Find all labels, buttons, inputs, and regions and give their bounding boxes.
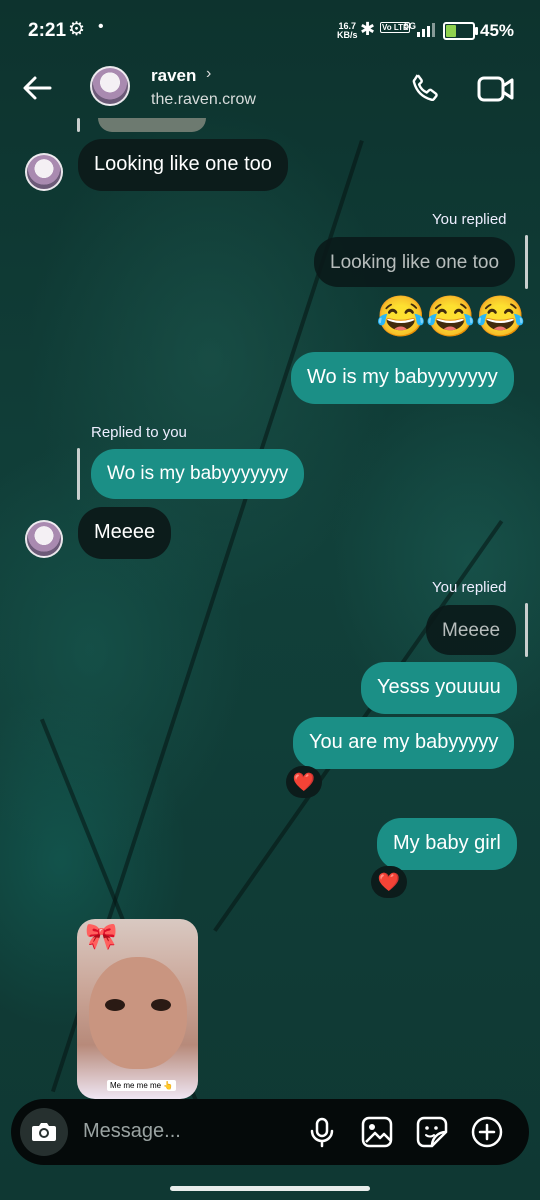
contact-username[interactable]: the.raven.crow (151, 91, 256, 109)
photo-eye (105, 999, 125, 1011)
battery-percent: 45% (480, 21, 515, 40)
message-composer: Message... (11, 1099, 529, 1165)
sender-avatar[interactable] (25, 520, 63, 558)
network-speed: 16.7 KB/s (337, 22, 358, 40)
photo-face (89, 957, 187, 1069)
previous-media-edge (98, 118, 206, 132)
bluetooth-icon: ✱ (360, 19, 376, 39)
quote-bar (77, 448, 80, 500)
sticker-icon[interactable] (415, 1115, 449, 1149)
chevron-right-icon[interactable]: › (206, 65, 211, 83)
speed-unit: KB/s (337, 30, 358, 40)
incoming-message[interactable]: Meeee (78, 507, 172, 559)
contact-avatar[interactable] (90, 66, 130, 106)
reply-label: Replied to you (91, 424, 187, 441)
microphone-icon[interactable] (305, 1115, 339, 1149)
phone-call-icon[interactable] (408, 70, 444, 106)
photo-eye (151, 999, 171, 1011)
photo-message[interactable]: 🎀 Me me me me 👆 (77, 919, 198, 1099)
reply-label: You replied (432, 579, 507, 596)
add-plus-icon[interactable] (470, 1115, 504, 1149)
message-text: Yesss youuuu (377, 676, 501, 698)
quote-bar (77, 118, 80, 132)
quote-bar (525, 235, 528, 289)
camera-button[interactable] (20, 1108, 68, 1156)
quoted-message[interactable]: Wo is my babyyyyyyy (91, 449, 305, 499)
outgoing-message[interactable]: You are my babyyyyy (293, 717, 515, 769)
message-text: You are my babyyyyy (309, 731, 499, 753)
message-text: My baby girl (393, 832, 501, 854)
video-call-icon[interactable] (476, 72, 516, 106)
message-text: Wo is my babyyyyyyy (307, 366, 498, 388)
quoted-text: Wo is my babyyyyyyy (107, 463, 289, 484)
status-bar: 2:21 ⚙ • 16.7 KB/s ✱ Vo LTE 5G 45% (0, 0, 540, 62)
outgoing-message[interactable]: Wo is my babyyyyyyy (291, 352, 514, 404)
signal-strength-icon (417, 21, 435, 37)
incoming-message[interactable]: Looking like one too (78, 139, 288, 191)
contact-name[interactable]: raven (151, 66, 196, 86)
status-time: 2:21 (28, 20, 67, 41)
camera-icon (32, 1123, 56, 1141)
home-indicator[interactable] (170, 1186, 370, 1191)
quoted-message[interactable]: Meeee (426, 605, 517, 655)
gallery-icon[interactable] (360, 1115, 394, 1149)
quoted-message[interactable]: Looking like one too (314, 237, 516, 287)
quote-bar (525, 603, 528, 657)
outgoing-message[interactable]: Yesss youuuu (361, 662, 517, 714)
emoji-message[interactable]: 😂😂😂 (376, 295, 525, 339)
network-type: 5G (404, 21, 417, 31)
message-text: Meeee (94, 521, 156, 543)
reply-label: You replied (432, 211, 507, 228)
battery-icon (443, 22, 478, 40)
quoted-text: Looking like one too (330, 252, 500, 273)
message-text: Looking like one too (94, 153, 272, 175)
back-arrow-icon[interactable] (20, 70, 60, 110)
heart-reaction[interactable]: ❤️ (286, 766, 322, 798)
outgoing-message[interactable]: My baby girl (377, 818, 517, 870)
quoted-text: Meeee (442, 620, 501, 641)
chat-header: raven › the.raven.crow (0, 62, 540, 118)
settings-gear-icon: ⚙ (68, 19, 86, 40)
notification-dot-icon: • (98, 18, 104, 35)
message-input[interactable]: Message... (83, 1120, 181, 1143)
sender-avatar[interactable] (25, 153, 63, 191)
heart-reaction[interactable]: ❤️ (371, 866, 407, 898)
bow-sticker-icon: 🎀 (85, 921, 118, 951)
photo-caption: Me me me me 👆 (107, 1080, 177, 1091)
